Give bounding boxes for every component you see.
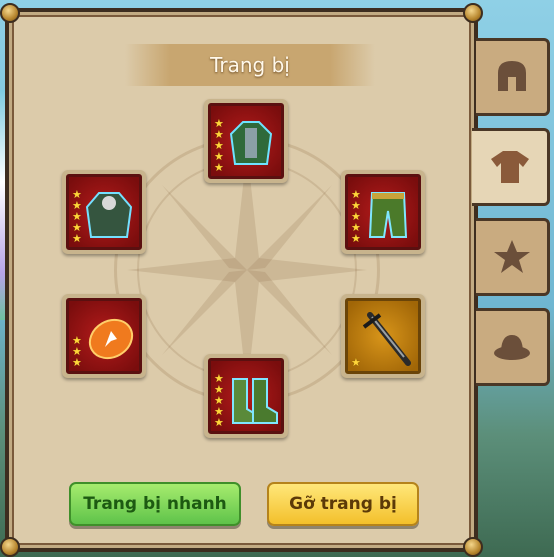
sword-icon	[362, 312, 411, 366]
ball-icon	[88, 318, 134, 360]
star-rating: ★	[351, 357, 362, 368]
page-title: Trang bị	[210, 53, 290, 77]
star-rating: ★ ★ ★	[72, 335, 83, 368]
star-rating: ★ ★ ★ ★ ★	[214, 118, 225, 173]
equip-slot-left-lower[interactable]: ★ ★ ★	[62, 294, 146, 378]
star-rating: ★ ★ ★ ★ ★	[72, 189, 83, 244]
tab-shirt[interactable]	[472, 128, 550, 206]
pants-icon	[368, 192, 408, 238]
unequip-button[interactable]: Gỡ trang bị	[267, 482, 419, 526]
equip-slot-top[interactable]: ★ ★ ★ ★ ★	[204, 99, 288, 183]
tab-helmet[interactable]	[476, 38, 550, 116]
corner-ornament	[463, 537, 483, 557]
equip-slot-right-lower[interactable]: ★	[341, 294, 425, 378]
boots-icon	[232, 378, 278, 424]
star-icon: ★	[351, 356, 361, 369]
star-icon: ★	[72, 232, 82, 245]
star-rating: ★ ★ ★ ★ ★	[351, 189, 362, 244]
star-badge-icon	[493, 240, 530, 273]
equip-slot-right-upper[interactable]: ★ ★ ★ ★ ★	[341, 170, 425, 254]
star-icon: ★	[214, 416, 224, 429]
star-rating: ★ ★ ★ ★ ★	[214, 373, 225, 428]
helmet-icon	[497, 61, 526, 91]
quick-equip-button[interactable]: Trang bị nhanh	[69, 482, 241, 526]
corner-ornament	[0, 537, 20, 557]
tab-hat[interactable]	[476, 308, 550, 386]
equipment-panel: Trang bị ★ ★ ★ ★ ★ ★ ★ ★ ★ ★ ★ ★ ★ ★ ★ ★…	[0, 3, 483, 557]
armor-icon	[85, 192, 133, 238]
star-icon: ★	[351, 232, 361, 245]
equip-slot-bottom[interactable]: ★ ★ ★ ★ ★	[204, 354, 288, 438]
corner-ornament	[463, 3, 483, 23]
star-icon: ★	[72, 356, 82, 369]
hat-icon	[493, 335, 530, 360]
star-icon: ★	[214, 161, 224, 174]
shirt-icon	[490, 151, 529, 183]
armor-icon	[229, 121, 273, 165]
tab-star[interactable]	[476, 218, 550, 296]
corner-ornament	[0, 3, 20, 23]
title-banner: Trang bị	[125, 44, 375, 86]
equip-slot-left-upper[interactable]: ★ ★ ★ ★ ★	[62, 170, 146, 254]
